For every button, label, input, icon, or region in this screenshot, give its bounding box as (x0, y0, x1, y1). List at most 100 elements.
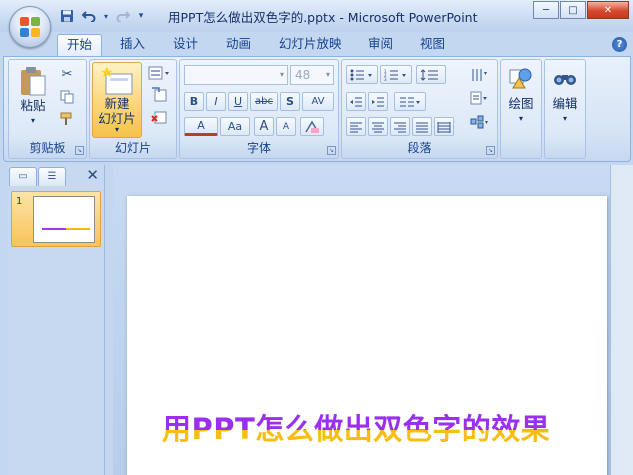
new-slide-dropdown-icon: ▾ (114, 125, 119, 134)
font-size-dropdown-icon: ▾ (325, 70, 330, 79)
bold-button[interactable]: B (184, 92, 204, 111)
window-controls: ─ □ ✕ (533, 1, 629, 19)
change-case-button[interactable]: Aa (220, 117, 250, 136)
font-name-combo[interactable]: ▾ (184, 65, 288, 85)
drawing-dropdown-icon: ▾ (518, 114, 523, 123)
new-slide-icon (101, 66, 133, 95)
font-color-button[interactable]: A (184, 117, 218, 136)
slide-number: 1 (16, 196, 23, 207)
strikethrough-button[interactable]: abc (250, 92, 278, 111)
cut-icon[interactable]: ✂ (56, 65, 78, 84)
font-size-combo[interactable]: 48 ▾ (290, 65, 334, 85)
slide-title-text[interactable]: 用PPT怎么做出双色字的效果 (162, 410, 550, 448)
editing-dropdown-icon: ▾ (562, 114, 567, 123)
font-size-value: 48 (295, 68, 311, 82)
close-pane-icon[interactable]: ✕ (86, 166, 99, 184)
editing-button[interactable]: 编辑 ▾ (545, 64, 585, 134)
character-spacing-button[interactable]: AV (302, 92, 334, 111)
columns-icon[interactable] (394, 92, 426, 111)
align-right-icon[interactable] (390, 117, 410, 136)
tab-design[interactable]: 设计 (164, 34, 207, 56)
shadow-button[interactable]: S (280, 92, 300, 111)
drawing-label: 绘图 (508, 96, 534, 111)
tab-insert[interactable]: 插入 (111, 34, 154, 56)
tab-slideshow[interactable]: 幻灯片放映 (270, 34, 351, 56)
paragraph-launcher-icon[interactable]: ↘ (486, 146, 495, 155)
copy-icon[interactable] (56, 87, 78, 106)
align-center-icon[interactable] (368, 117, 388, 136)
slide-thumbnail (33, 196, 95, 243)
italic-button[interactable]: I (206, 92, 226, 111)
shapes-icon (509, 68, 532, 89)
clipboard-group: 粘贴 ▾ ✂ 剪贴板 ↘ (8, 59, 87, 159)
new-slide-label-1: 新建 (104, 96, 130, 111)
align-left-icon[interactable] (346, 117, 366, 136)
powerpoint-window: ▾ ▾ 用PPT怎么做出双色字的.pptx - Microsoft PowerP… (0, 0, 633, 475)
slide-thumbnail-selected[interactable]: 1 (11, 191, 101, 247)
office-logo-icon (20, 17, 40, 37)
editing-group: 编辑 ▾ (544, 59, 586, 159)
slides-group-label: 幻灯片 (114, 141, 151, 155)
redo-icon[interactable] (114, 7, 132, 25)
title-bar: ▾ ▾ 用PPT怎么做出双色字的.pptx - Microsoft PowerP… (0, 0, 633, 32)
close-button[interactable]: ✕ (587, 1, 629, 19)
text-direction-icon[interactable] (464, 65, 494, 84)
reset-icon[interactable] (146, 85, 172, 104)
layout-icon[interactable] (146, 63, 172, 82)
numbering-icon[interactable]: 123 (380, 65, 412, 84)
underline-button[interactable]: U (228, 92, 248, 111)
paste-icon (21, 67, 46, 96)
paragraph-group-label: 段落 (407, 141, 432, 155)
paste-label: 粘贴 (20, 98, 46, 113)
undo-dropdown-icon[interactable]: ▾ (102, 7, 110, 25)
clear-formatting-icon[interactable] (300, 117, 324, 136)
font-launcher-icon[interactable]: ↘ (327, 146, 336, 155)
editing-label: 编辑 (552, 96, 578, 111)
tab-animations[interactable]: 动画 (217, 34, 260, 56)
quick-access-toolbar: ▾ ▾ (58, 7, 146, 25)
align-text-icon[interactable] (464, 88, 494, 107)
bullets-icon[interactable] (346, 65, 378, 84)
thumbnail-title-preview (42, 228, 90, 230)
line-spacing-icon[interactable] (416, 65, 446, 84)
paragraph-group: 123 段落 ↘ (341, 59, 498, 159)
undo-icon[interactable] (80, 7, 98, 25)
slides-group: 新建 幻灯片 ▾ 幻灯片 (89, 59, 177, 159)
minimize-button[interactable]: ─ (533, 1, 559, 19)
window-title: 用PPT怎么做出双色字的.pptx - Microsoft PowerPoint (168, 10, 478, 25)
maximize-button[interactable]: □ (560, 1, 586, 19)
increase-indent-icon[interactable] (368, 92, 388, 111)
clipboard-launcher-icon[interactable]: ↘ (75, 146, 84, 155)
ribbon-tabs: 开始 插入 设计 动画 幻灯片放映 审阅 视图 ? (0, 32, 633, 56)
format-painter-icon[interactable] (56, 109, 78, 128)
new-slide-label-2: 幻灯片 (98, 111, 136, 126)
tab-home[interactable]: 开始 (57, 34, 103, 56)
outline-tab-icon[interactable]: ☰ (38, 167, 66, 186)
decrease-indent-icon[interactable] (346, 92, 366, 111)
smartart-icon[interactable] (464, 112, 494, 131)
distributed-icon[interactable] (434, 117, 454, 136)
save-icon[interactable] (58, 7, 76, 25)
vertical-scrollbar[interactable] (610, 165, 633, 475)
tab-view[interactable]: 视图 (411, 34, 454, 56)
paste-button[interactable]: 粘贴 ▾ (13, 64, 53, 136)
font-group: ▾ 48 ▾ B I U abc S AV A Aa A A 字体 ↘ (179, 59, 339, 159)
slides-pane: ▭ ☰ ✕ 1 (8, 165, 105, 475)
slide-editing-area: 用PPT怎么做出双色字的效果 (113, 165, 633, 475)
binoculars-icon (554, 75, 576, 85)
tab-review[interactable]: 审阅 (359, 34, 402, 56)
help-icon[interactable]: ? (612, 37, 627, 52)
font-name-dropdown-icon: ▾ (279, 70, 284, 79)
justify-icon[interactable] (412, 117, 432, 136)
delete-slide-icon[interactable] (146, 107, 172, 126)
office-button[interactable] (9, 6, 51, 48)
drawing-button[interactable]: 绘图 ▾ (501, 64, 541, 134)
pane-tabs: ▭ ☰ ✕ (8, 165, 105, 187)
customize-qat-icon[interactable]: ▾ (136, 7, 146, 25)
slides-tab-icon[interactable]: ▭ (9, 167, 37, 186)
new-slide-button[interactable]: 新建 幻灯片 ▾ (92, 62, 142, 138)
grow-font-button[interactable]: A (254, 117, 274, 136)
shrink-font-button[interactable]: A (276, 117, 296, 136)
slide-canvas[interactable]: 用PPT怎么做出双色字的效果 (127, 196, 607, 475)
font-group-label: 字体 (246, 141, 271, 155)
